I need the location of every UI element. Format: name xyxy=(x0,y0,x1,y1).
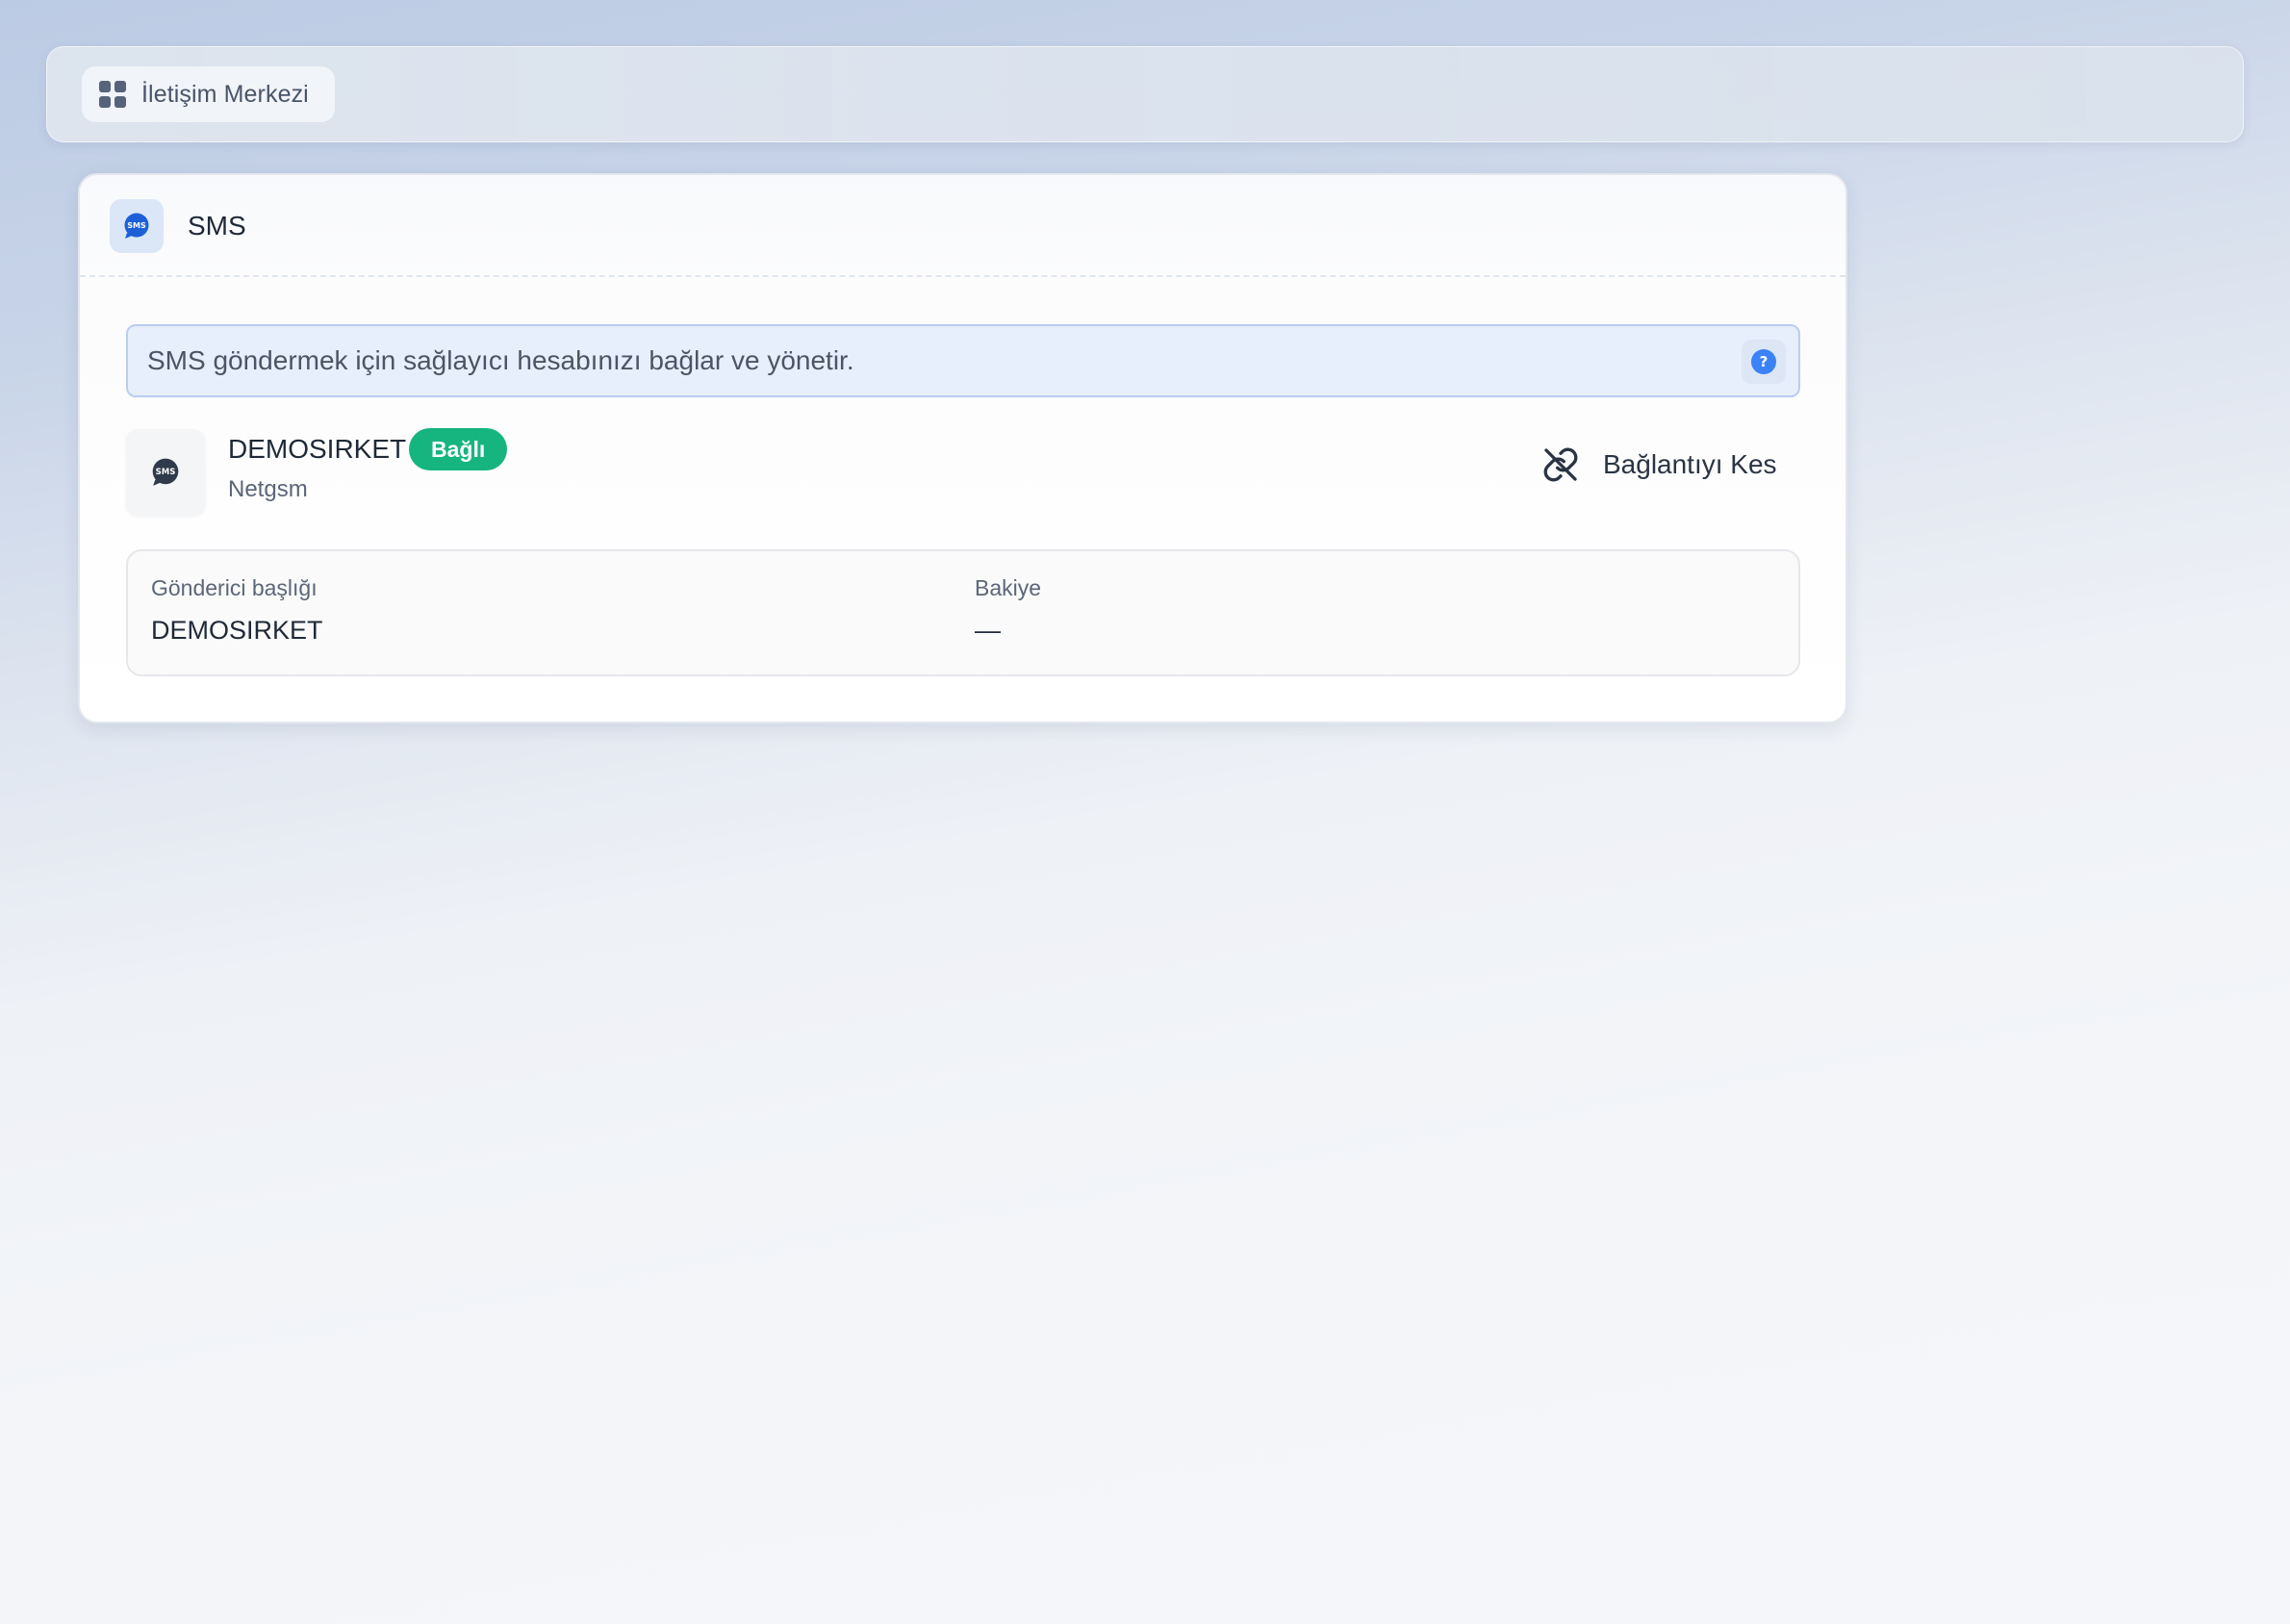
svg-text:SMS: SMS xyxy=(127,221,146,230)
help-button[interactable]: ? xyxy=(1742,340,1786,384)
card-title: SMS xyxy=(188,211,246,241)
info-banner: SMS göndermek için sağlayıcı hesabınızı … xyxy=(126,324,1800,397)
top-bar: İletişim Merkezi xyxy=(46,46,2244,142)
info-text: SMS göndermek için sağlayıcı hesabınızı … xyxy=(147,345,854,375)
sender-label: Gönderici başlığı xyxy=(151,575,318,600)
account-name: DEMOSIRKET xyxy=(228,434,407,464)
provider-name: Netgsm xyxy=(228,476,308,502)
details-box: Gönderici başlığı DEMOSIRKET Bakiye — xyxy=(126,549,1800,676)
communication-center-label: İletişim Merkezi xyxy=(141,80,309,108)
svg-text:?: ? xyxy=(1760,353,1768,370)
disconnect-label: Bağlantıyı Kes xyxy=(1603,449,1777,479)
balance-field: Bakiye — xyxy=(975,574,1041,646)
card-header: SMS SMS xyxy=(80,175,1845,277)
disconnect-button[interactable]: Bağlantıyı Kes xyxy=(1541,443,1777,487)
svg-text:SMS: SMS xyxy=(156,468,176,477)
grid-icon xyxy=(99,81,126,108)
status-badge: Bağlı xyxy=(409,428,508,470)
communication-center-button[interactable]: İletişim Merkezi xyxy=(82,66,335,122)
sms-bubble-icon: SMS xyxy=(110,199,164,253)
sender-value: DEMOSIRKET xyxy=(151,616,323,645)
provider-icon: SMS xyxy=(126,429,205,516)
help-icon: ? xyxy=(1751,349,1776,374)
unlink-icon xyxy=(1543,447,1578,482)
balance-label: Bakiye xyxy=(975,575,1042,600)
sms-bubble-icon: SMS xyxy=(152,458,179,486)
sender-field: Gönderici başlığı DEMOSIRKET xyxy=(151,574,323,646)
balance-value: — xyxy=(975,616,1001,645)
sms-card: SMS SMS SMS göndermek için sağlayıcı hes… xyxy=(78,173,1847,723)
